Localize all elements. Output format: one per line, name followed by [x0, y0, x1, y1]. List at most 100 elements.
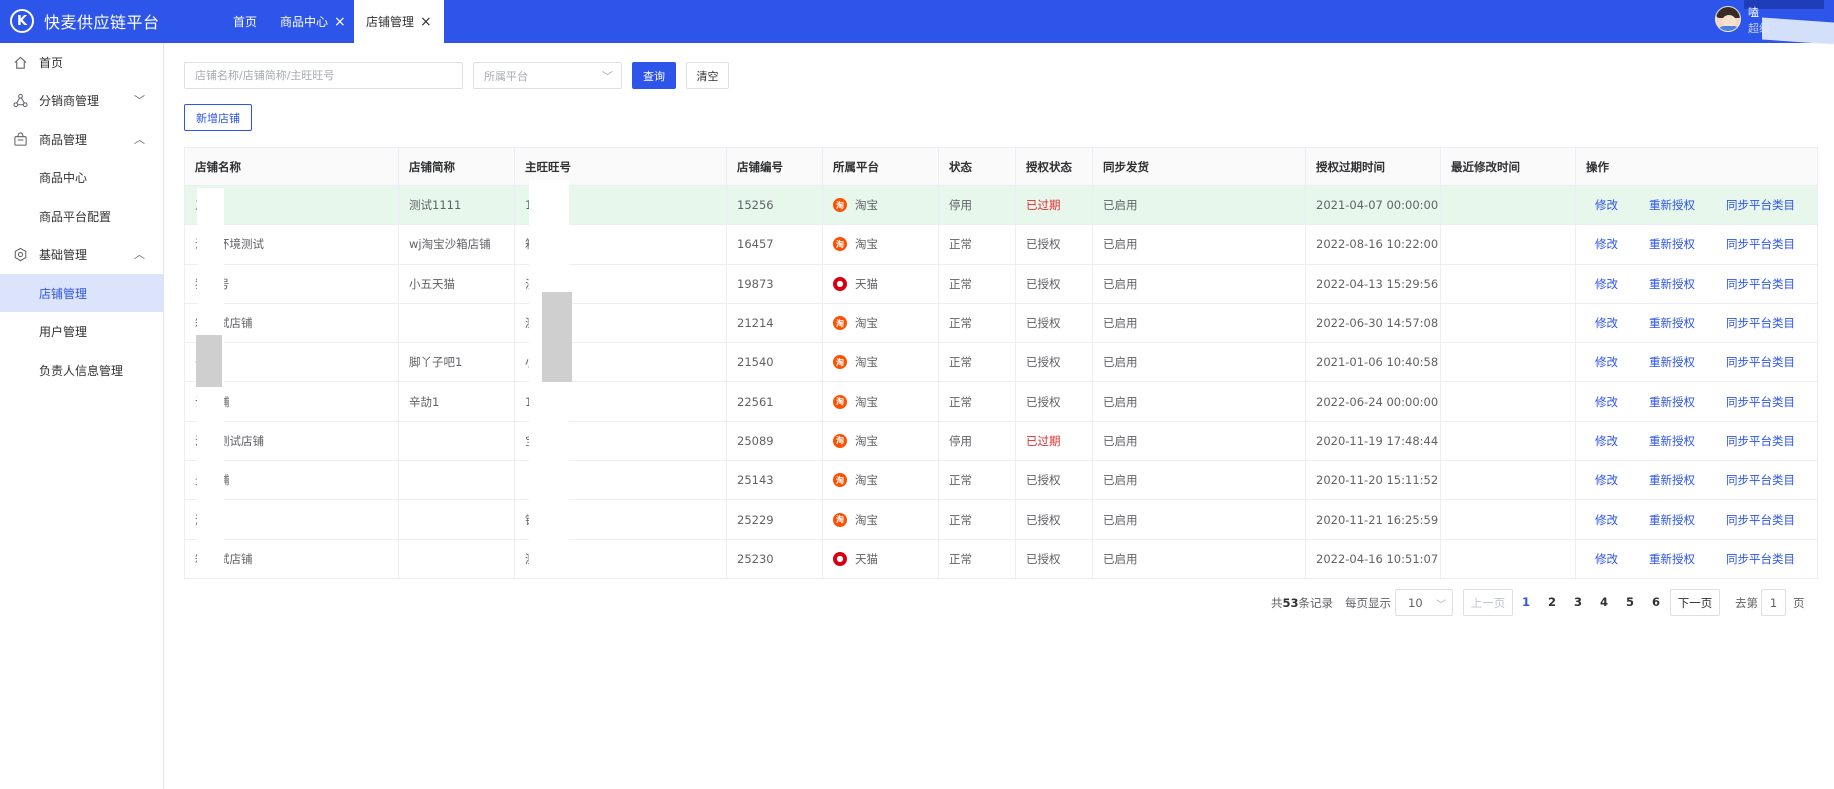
reauthorize-link[interactable]: 重新授权	[1649, 197, 1695, 213]
sidebar-item-basic-management[interactable]: 基础管理 ︿	[0, 235, 164, 273]
store-short-name-cell	[399, 303, 515, 343]
reauthorize-link[interactable]: 重新授权	[1649, 315, 1695, 331]
store-id-cell: 25230	[727, 539, 823, 578]
platform-cell: 淘淘宝	[823, 186, 939, 225]
edit-link[interactable]: 修改	[1595, 276, 1618, 292]
next-page-button[interactable]: 下一页	[1670, 589, 1720, 616]
clear-button[interactable]: 清空	[686, 62, 729, 89]
page-number[interactable]: 2	[1545, 595, 1559, 609]
sync-category-link[interactable]: 同步平台类目	[1726, 197, 1795, 213]
actions-cell: 修改 重新授权 同步平台类目	[1576, 500, 1819, 538]
reauthorize-link[interactable]: 重新授权	[1649, 276, 1695, 292]
prev-page-button[interactable]: 上一页	[1463, 589, 1513, 616]
page-size-select[interactable]: 10 ﹀	[1395, 589, 1453, 616]
user-menu[interactable]: 嗑 超级	[1704, 0, 1834, 45]
gear-icon	[12, 246, 28, 262]
modified-time-cell	[1441, 421, 1576, 461]
platform-select-placeholder: 所属平台	[484, 69, 528, 83]
page-number[interactable]: 4	[1597, 595, 1611, 609]
edit-link[interactable]: 修改	[1595, 472, 1618, 488]
sync-category-link[interactable]: 同步平台类目	[1726, 551, 1795, 567]
auth-expire-cell: 2021-04-07 00:00:00	[1306, 186, 1441, 225]
page-number[interactable]: 6	[1649, 595, 1663, 609]
actions-cell: 修改 重新授权 同步平台类目	[1576, 265, 1819, 303]
actions-cell: 修改 重新授权 同步平台类目	[1576, 422, 1819, 460]
reauthorize-link[interactable]: 重新授权	[1649, 433, 1695, 449]
platform-label: 淘宝	[855, 433, 878, 448]
sync-category-link[interactable]: 同步平台类目	[1726, 315, 1795, 331]
edit-link[interactable]: 修改	[1595, 512, 1618, 528]
edit-link[interactable]: 修改	[1595, 433, 1618, 449]
sidebar-item-owner-info[interactable]: 负责人信息管理	[0, 351, 164, 389]
edit-link[interactable]: 修改	[1595, 236, 1618, 252]
store-short-name-cell: 小五天猫	[399, 264, 515, 303]
platform-select[interactable]: 所属平台 ﹀	[473, 62, 622, 89]
sidebar-item-user-management[interactable]: 用户管理	[0, 312, 164, 350]
edit-link[interactable]: 修改	[1595, 551, 1618, 567]
store-id-cell: 16457	[727, 225, 823, 264]
status-cell: 停用	[939, 186, 1016, 225]
sync-category-link[interactable]: 同步平台类目	[1726, 236, 1795, 252]
close-icon[interactable]: ×	[334, 15, 346, 29]
sync-category-link[interactable]: 同步平台类目	[1726, 276, 1795, 292]
page-number[interactable]: 3	[1571, 595, 1585, 609]
sidebar-item-store-management[interactable]: 店铺管理	[0, 274, 164, 312]
sync-shipping-cell: 已启用	[1093, 303, 1306, 343]
reauthorize-link[interactable]: 重新授权	[1649, 236, 1695, 252]
sync-shipping-cell: 已启用	[1093, 264, 1306, 303]
chevron-down-icon: ﹀	[134, 94, 145, 107]
sync-category-link[interactable]: 同步平台类目	[1726, 472, 1795, 488]
tab-product-center[interactable]: 商品中心 ×	[280, 0, 346, 43]
close-icon[interactable]: ×	[420, 15, 432, 29]
edit-link[interactable]: 修改	[1595, 394, 1618, 410]
auth-status-cell: 已授权	[1016, 225, 1093, 264]
actions-cell: 修改 重新授权 同步平台类目	[1576, 225, 1819, 263]
reauthorize-link[interactable]: 重新授权	[1649, 354, 1695, 370]
auth-expire-cell: 2022-06-24 00:00:00	[1306, 382, 1441, 421]
sync-category-link[interactable]: 同步平台类目	[1726, 433, 1795, 449]
column-header: 状态	[939, 148, 1016, 185]
edit-link[interactable]: 修改	[1595, 315, 1618, 331]
platform-cell: 淘淘宝	[823, 343, 939, 382]
tab-home[interactable]: 首页	[233, 0, 257, 43]
platform-cell: ● 天猫	[823, 539, 939, 578]
sidebar-item-label: 商品平台配置	[39, 209, 112, 224]
table-row: 测试铺25229淘淘宝正常已授权已启用2020-11-21 16:25:59修改…	[185, 500, 1819, 540]
modified-time-cell	[1441, 186, 1576, 225]
store-id-cell: 19873	[727, 264, 823, 303]
page-number[interactable]: 1	[1519, 595, 1533, 609]
avatar[interactable]	[1715, 6, 1741, 32]
reauthorize-link[interactable]: 重新授权	[1649, 394, 1695, 410]
sidebar-item-distributor[interactable]: 分销商管理 ﹀	[0, 81, 164, 119]
status-cell: 正常	[939, 461, 1016, 500]
search-input[interactable]	[184, 62, 463, 89]
reauthorize-link[interactable]: 重新授权	[1649, 512, 1695, 528]
chevron-down-icon: ﹀	[602, 70, 613, 83]
tab-store-management[interactable]: 店铺管理 ×	[354, 0, 444, 43]
modified-time-cell	[1441, 461, 1576, 500]
sidebar-item-home[interactable]: 首页	[0, 43, 164, 81]
edit-link[interactable]: 修改	[1595, 197, 1618, 213]
actions-cell: 修改 重新授权 同步平台类目	[1576, 540, 1819, 578]
edit-link[interactable]: 修改	[1595, 354, 1618, 370]
sidebar-item-product-center[interactable]: 商品中心	[0, 158, 164, 196]
query-button[interactable]: 查询	[632, 62, 676, 89]
status-cell: 正常	[939, 539, 1016, 578]
platform-cell: 淘淘宝	[823, 500, 939, 539]
reauthorize-link[interactable]: 重新授权	[1649, 472, 1695, 488]
sync-category-link[interactable]: 同步平台类目	[1726, 354, 1795, 370]
reauthorize-link[interactable]: 重新授权	[1649, 551, 1695, 567]
sync-category-link[interactable]: 同步平台类目	[1726, 394, 1795, 410]
goto-page-input[interactable]: 1	[1761, 589, 1786, 616]
page-number[interactable]: 5	[1623, 595, 1637, 609]
sync-shipping-cell: 已启用	[1093, 382, 1306, 421]
add-store-button[interactable]: 新增店铺	[184, 104, 252, 131]
auth-status-cell: 已过期	[1016, 186, 1093, 225]
sync-category-link[interactable]: 同步平台类目	[1726, 512, 1795, 528]
sidebar-item-product-management[interactable]: 商品管理 ︿	[0, 120, 164, 158]
sidebar-item-label: 负责人信息管理	[39, 363, 124, 378]
sidebar-item-product-platform-config[interactable]: 商品平台配置	[0, 197, 164, 235]
app-logo[interactable]: K 快麦供应链平台	[10, 8, 160, 34]
status-cell: 正常	[939, 303, 1016, 343]
logo-k-icon: K	[10, 9, 34, 33]
